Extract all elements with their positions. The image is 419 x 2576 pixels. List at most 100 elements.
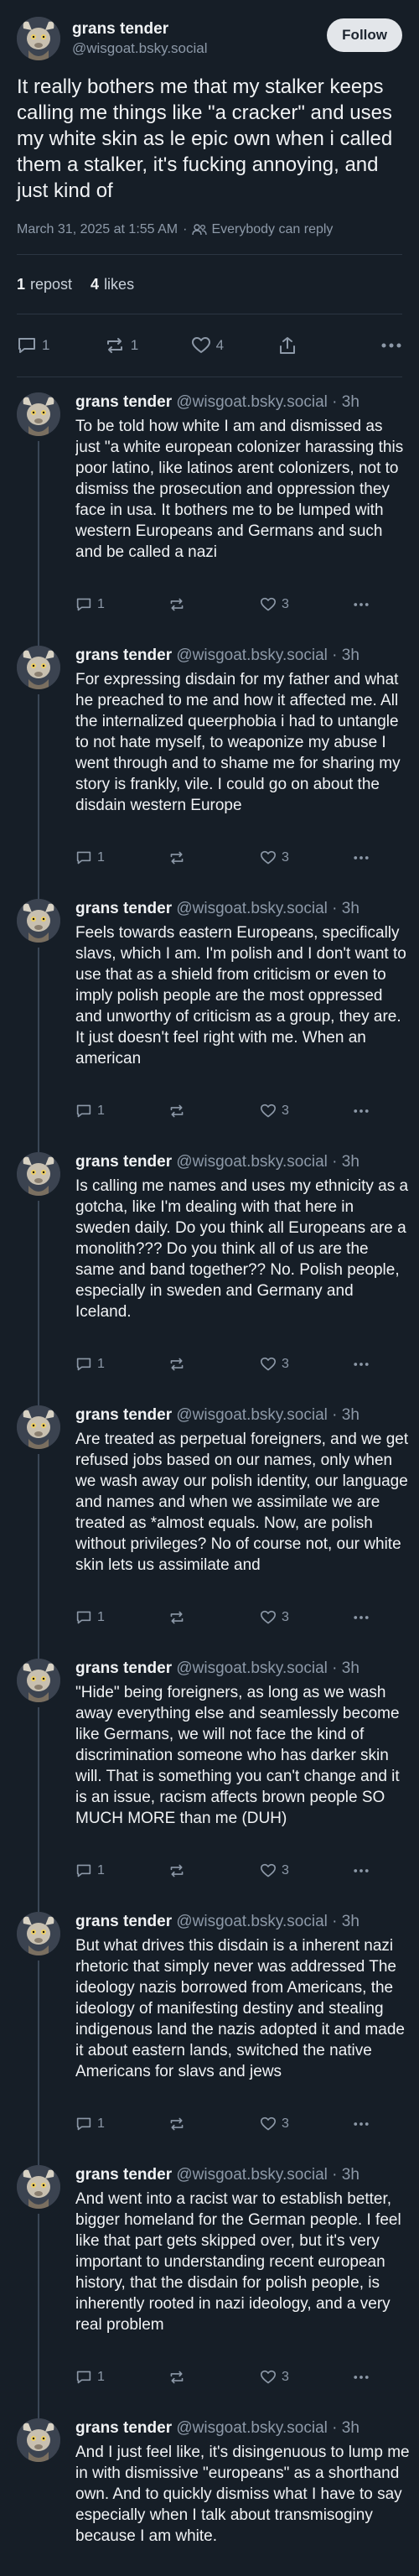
like-button[interactable]: 4 <box>191 336 278 355</box>
like-button[interactable]: 3 <box>260 1863 352 1878</box>
avatar[interactable] <box>17 1405 60 1449</box>
follow-button[interactable]: Follow <box>327 18 402 52</box>
reply-author-name[interactable]: grans tender <box>75 393 172 411</box>
reply-author-handle[interactable]: @wisgoat.bsky.social · 3h <box>176 1153 360 1171</box>
reply-post[interactable]: grans tender @wisgoat.bsky.social · 3h F… <box>0 884 419 1137</box>
reply-button[interactable]: 1 <box>75 2116 168 2132</box>
reply-actions: 1 3 <box>75 844 402 872</box>
reply-button[interactable]: 1 <box>17 336 104 355</box>
like-button[interactable]: 3 <box>260 1610 352 1625</box>
reply-author-name[interactable]: grans tender <box>75 1913 172 1930</box>
reply-button[interactable]: 1 <box>75 1357 168 1372</box>
reply-count: 1 <box>97 2116 105 2131</box>
more-options-button[interactable] <box>352 2122 370 2127</box>
more-dots-icon <box>354 856 369 860</box>
repost-button[interactable]: 1 <box>104 336 191 355</box>
reply-button[interactable]: 1 <box>75 850 168 865</box>
author-name[interactable]: grans tender <box>72 19 208 39</box>
reply-button[interactable]: 1 <box>75 1863 168 1878</box>
share-icon <box>280 337 296 354</box>
repost-stat[interactable]: 1 repost <box>17 276 72 293</box>
heart-icon <box>261 2370 276 2384</box>
like-button[interactable]: 3 <box>260 2116 352 2132</box>
more-options-button[interactable] <box>352 855 370 860</box>
repost-button[interactable] <box>168 2116 260 2132</box>
reply-author-name[interactable]: grans tender <box>75 1659 172 1677</box>
more-options-button[interactable] <box>352 1362 370 1367</box>
avatar[interactable] <box>17 1659 60 1702</box>
reply-post[interactable]: grans tender @wisgoat.bsky.social · 3h F… <box>0 631 419 884</box>
more-options-button[interactable] <box>352 2375 370 2380</box>
reply-author-name[interactable]: grans tender <box>75 2166 172 2184</box>
repost-button[interactable] <box>168 1863 260 1878</box>
like-count: 3 <box>282 597 289 611</box>
heart-icon <box>261 1104 276 1118</box>
reply-button[interactable]: 1 <box>75 597 168 612</box>
repost-icon <box>170 1358 184 1371</box>
reply-post[interactable]: grans tender @wisgoat.bsky.social · 3h I… <box>0 1137 419 1390</box>
avatar[interactable] <box>17 1152 60 1196</box>
avatar[interactable] <box>17 899 60 943</box>
avatar-goat-image <box>17 1912 60 1955</box>
reply-post[interactable]: grans tender @wisgoat.bsky.social · 3h A… <box>0 2403 419 2576</box>
reply-author-handle[interactable]: @wisgoat.bsky.social · 3h <box>176 1913 360 1930</box>
like-button[interactable]: 3 <box>260 850 352 865</box>
reply-author-name[interactable]: grans tender <box>75 647 172 664</box>
avatar[interactable] <box>17 2418 60 2462</box>
more-options-button[interactable] <box>352 1615 370 1620</box>
reply-icon <box>76 851 91 865</box>
like-stat[interactable]: 4 likes <box>91 276 134 293</box>
reply-thread: grans tender @wisgoat.bsky.social · 3h T… <box>0 377 419 2576</box>
reply-post[interactable]: grans tender @wisgoat.bsky.social · 3h B… <box>0 1897 419 2150</box>
reply-author-name[interactable]: grans tender <box>75 1153 172 1171</box>
author-handle[interactable]: @wisgoat.bsky.social <box>72 39 208 58</box>
more-options-button[interactable] <box>352 602 370 607</box>
repost-button[interactable] <box>168 1610 260 1625</box>
reply-post[interactable]: grans tender @wisgoat.bsky.social · 3h "… <box>0 1644 419 1897</box>
avatar[interactable] <box>17 646 60 689</box>
like-button[interactable]: 3 <box>260 597 352 612</box>
reply-author-handle[interactable]: @wisgoat.bsky.social · 3h <box>176 2419 360 2437</box>
repost-button[interactable] <box>168 597 260 612</box>
reply-author-name[interactable]: grans tender <box>75 2419 172 2437</box>
avatar[interactable] <box>17 1912 60 1955</box>
reply-author-handle[interactable]: @wisgoat.bsky.social · 3h <box>176 1406 360 1424</box>
reply-author-handle[interactable]: @wisgoat.bsky.social · 3h <box>176 900 360 917</box>
reply-author-name[interactable]: grans tender <box>75 1406 172 1424</box>
reply-button[interactable]: 1 <box>75 1610 168 1625</box>
reply-header: grans tender @wisgoat.bsky.social · 3h <box>75 646 402 666</box>
more-options-button[interactable] <box>380 342 402 349</box>
reply-button[interactable]: 1 <box>75 1104 168 1119</box>
reply-post[interactable]: grans tender @wisgoat.bsky.social · 3h A… <box>0 2150 419 2403</box>
reply-post[interactable]: grans tender @wisgoat.bsky.social · 3h A… <box>0 1390 419 1644</box>
post-timestamp[interactable]: March 31, 2025 at 1:55 AM <box>17 222 178 237</box>
share-button[interactable] <box>277 336 380 355</box>
reply-actions: 1 3 <box>75 1097 402 1125</box>
reply-button[interactable]: 1 <box>75 2370 168 2385</box>
avatar[interactable] <box>17 2165 60 2209</box>
repost-button[interactable] <box>168 1104 260 1119</box>
reply-actions: 1 3 <box>75 2110 402 2138</box>
like-count: 3 <box>282 1863 289 1877</box>
more-options-button[interactable] <box>352 1109 370 1114</box>
reply-author-name[interactable]: grans tender <box>75 900 172 917</box>
reply-icon <box>76 1611 91 1624</box>
like-button[interactable]: 3 <box>260 2370 352 2385</box>
reply-icon <box>76 1864 91 1877</box>
avatar[interactable] <box>17 392 60 436</box>
repost-button[interactable] <box>168 2370 260 2385</box>
more-options-button[interactable] <box>352 1868 370 1873</box>
reply-author-handle[interactable]: @wisgoat.bsky.social · 3h <box>176 1659 360 1677</box>
thread-line <box>38 1897 39 1912</box>
reply-author-handle[interactable]: @wisgoat.bsky.social · 3h <box>176 647 360 664</box>
like-count: 3 <box>282 850 289 865</box>
reply-author-handle[interactable]: @wisgoat.bsky.social · 3h <box>176 393 360 411</box>
repost-button[interactable] <box>168 850 260 865</box>
reply-count: 1 <box>97 1610 105 1624</box>
like-button[interactable]: 3 <box>260 1104 352 1119</box>
repost-button[interactable] <box>168 1357 260 1372</box>
reply-post[interactable]: grans tender @wisgoat.bsky.social · 3h T… <box>0 377 419 631</box>
like-button[interactable]: 3 <box>260 1357 352 1372</box>
avatar[interactable] <box>17 17 60 60</box>
reply-author-handle[interactable]: @wisgoat.bsky.social · 3h <box>176 2166 360 2184</box>
